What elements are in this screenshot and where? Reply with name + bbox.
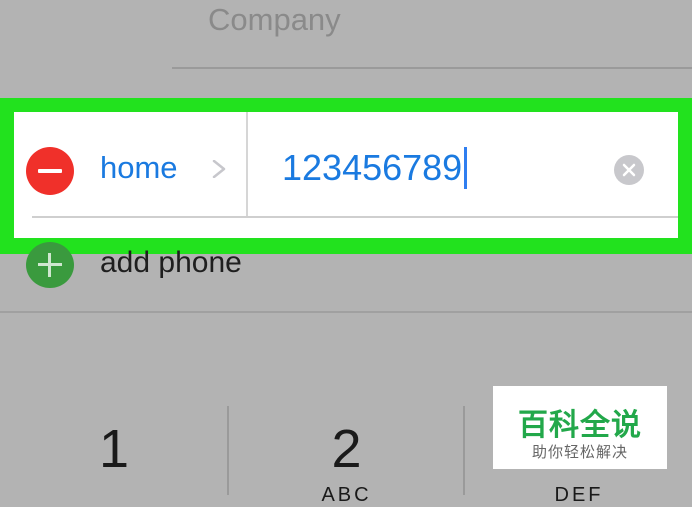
phone-number-input[interactable]: 123456789 xyxy=(282,144,468,192)
key-1[interactable]: 1 xyxy=(0,400,228,495)
watermark-title: 百科全说 xyxy=(518,408,642,443)
key-letters: DEF xyxy=(554,484,604,506)
add-phone-row[interactable]: add phone xyxy=(0,242,692,314)
watermark-logo: 百科全说 助你轻松解决 xyxy=(493,386,667,469)
minus-circle-icon xyxy=(38,169,62,173)
add-phone-label: add phone xyxy=(100,246,242,279)
key-separator xyxy=(227,406,229,495)
phone-number-value: 123456789 xyxy=(282,147,463,188)
company-underline xyxy=(172,67,692,69)
add-phone-underline xyxy=(0,311,692,313)
key-letters: ABC xyxy=(321,484,372,506)
phone-row: home 123456789 xyxy=(14,112,678,238)
clear-x-icon xyxy=(622,163,636,177)
remove-phone-button[interactable] xyxy=(26,147,74,195)
key-separator xyxy=(463,406,465,495)
company-field[interactable]: Company xyxy=(0,0,692,70)
key-digit: 2 xyxy=(331,419,362,479)
watermark-subtitle: 助你轻松解决 xyxy=(531,443,628,461)
company-placeholder: Company xyxy=(208,2,341,37)
field-divider xyxy=(246,112,248,216)
clear-text-button[interactable] xyxy=(614,155,644,185)
plus-circle-icon[interactable] xyxy=(26,242,74,288)
chevron-right-icon xyxy=(212,160,226,178)
highlight-box: home 123456789 xyxy=(0,98,692,254)
key-2[interactable]: 2 ABC xyxy=(230,400,463,506)
text-cursor xyxy=(464,147,468,189)
phone-label-selector[interactable]: home xyxy=(100,150,178,186)
key-digit: 1 xyxy=(98,419,130,479)
phone-row-underline xyxy=(32,216,678,218)
